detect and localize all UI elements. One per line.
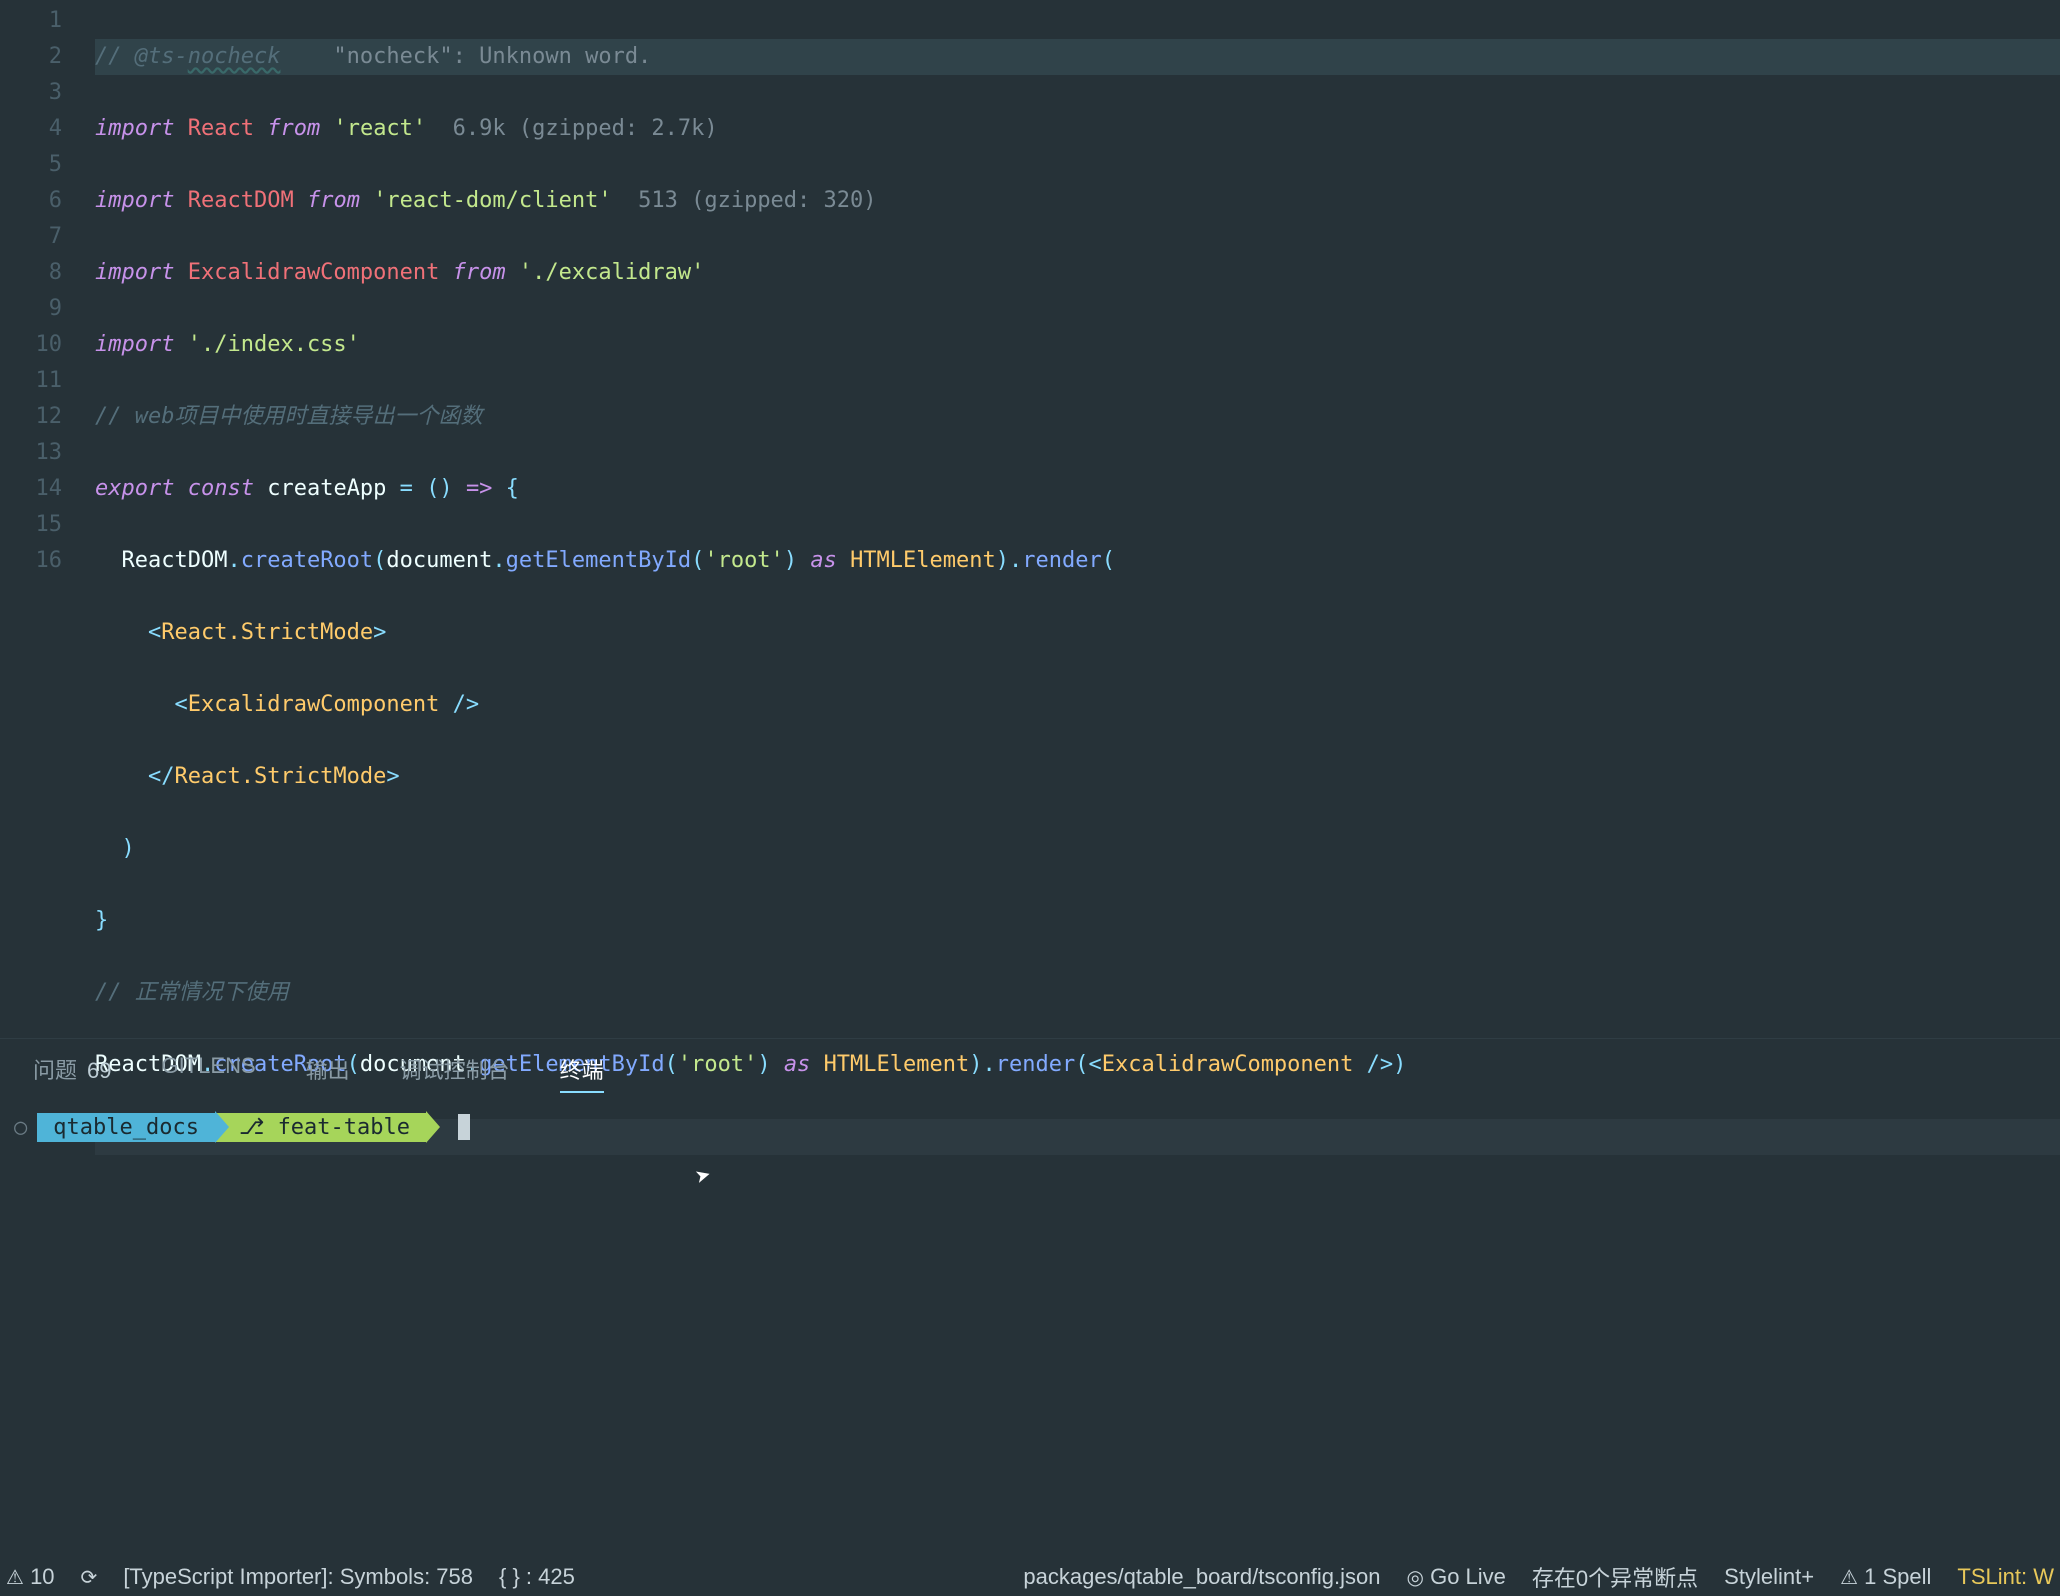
line-number: 12 bbox=[0, 399, 62, 435]
terminal-branch: ⎇ feat-table bbox=[215, 1113, 426, 1142]
code-line[interactable]: ReactDOM.createRoot(document.getElementB… bbox=[95, 543, 2060, 579]
line-number: 10 bbox=[0, 327, 62, 363]
line-number: 6 bbox=[0, 183, 62, 219]
line-number: 5 bbox=[0, 147, 62, 183]
status-tsconfig[interactable]: packages/qtable_board/tsconfig.json bbox=[1023, 1564, 1380, 1590]
code-line[interactable]: // 正常情况下使用 bbox=[95, 975, 2060, 1011]
status-ts-importer[interactable]: [TypeScript Importer]: Symbols: 758 bbox=[123, 1564, 473, 1590]
inlay-hint: "nocheck": Unknown word. bbox=[333, 44, 651, 69]
code-line[interactable]: ) bbox=[95, 831, 2060, 867]
line-number: 11 bbox=[0, 363, 62, 399]
inlay-hint: 513 (gzipped: 320) bbox=[638, 188, 876, 213]
powerline-divider-icon bbox=[215, 1111, 229, 1143]
line-number: 3 bbox=[0, 75, 62, 111]
tab-terminal[interactable]: 终端 bbox=[560, 1053, 604, 1093]
broadcast-icon: ◎ bbox=[1407, 1567, 1424, 1589]
branch-icon: ⎇ bbox=[239, 1115, 264, 1140]
status-bar: ⚠ 10 ⟳ [TypeScript Importer]: Symbols: 7… bbox=[0, 1558, 2060, 1596]
code-line[interactable]: <ExcalidrawComponent /> bbox=[95, 687, 2060, 723]
editor: 1 2 3 4 5 6 7 8 9 10 11 12 13 14 15 16 /… bbox=[0, 0, 2060, 1038]
code-line[interactable]: import ReactDOM from 'react-dom/client' … bbox=[95, 183, 2060, 219]
line-number: 7 bbox=[0, 219, 62, 255]
code-line[interactable]: import './index.css' bbox=[95, 327, 2060, 363]
status-spell[interactable]: ⚠ 1 Spell bbox=[1840, 1564, 1931, 1590]
spell-squiggle: nocheck bbox=[188, 44, 281, 69]
line-number: 4 bbox=[0, 111, 62, 147]
tab-debug-console[interactable]: 调试控制台 bbox=[400, 1053, 510, 1093]
code-line[interactable]: } bbox=[95, 903, 2060, 939]
code-line[interactable]: import ExcalidrawComponent from './excal… bbox=[95, 255, 2060, 291]
code-line[interactable]: </React.StrictMode> bbox=[95, 759, 2060, 795]
warning-icon: ⚠ bbox=[6, 1567, 24, 1589]
code-line[interactable]: <React.StrictMode> bbox=[95, 615, 2060, 651]
prompt-dot-icon: ○ bbox=[14, 1115, 27, 1140]
status-golive[interactable]: ◎ Go Live bbox=[1407, 1564, 1506, 1590]
line-number: 2 bbox=[0, 39, 62, 75]
line-number: 15 bbox=[0, 507, 62, 543]
warning-icon: ⚠ bbox=[1840, 1567, 1858, 1589]
line-number: 16 bbox=[0, 543, 62, 579]
terminal-cursor bbox=[458, 1114, 470, 1140]
inlay-hint: 6.9k (gzipped: 2.7k) bbox=[453, 116, 718, 141]
code-line[interactable]: import React from 'react' 6.9k (gzipped:… bbox=[95, 111, 2060, 147]
code-line[interactable]: // web项目中使用时直接导出一个函数 bbox=[95, 399, 2060, 435]
line-number: 9 bbox=[0, 291, 62, 327]
tab-output[interactable]: 输出 bbox=[306, 1053, 350, 1093]
line-number: 1 bbox=[0, 3, 62, 39]
tab-gitlens[interactable]: GITLENS bbox=[162, 1053, 256, 1093]
code-line[interactable]: // @ts-nocheck "nocheck": Unknown word. bbox=[95, 39, 2060, 75]
line-number: 14 bbox=[0, 471, 62, 507]
code-line[interactable]: export const createApp = () => { bbox=[95, 471, 2060, 507]
sync-icon[interactable]: ⟳ bbox=[81, 1565, 98, 1590]
status-breakpoints[interactable]: 存在0个异常断点 bbox=[1532, 1561, 1698, 1593]
powerline-divider-icon bbox=[426, 1111, 440, 1143]
line-number: 13 bbox=[0, 435, 62, 471]
code-area[interactable]: // @ts-nocheck "nocheck": Unknown word. … bbox=[95, 0, 2060, 1038]
tab-problems[interactable]: 问题69 bbox=[33, 1053, 112, 1093]
status-tslint[interactable]: TSLint: W bbox=[1957, 1564, 2054, 1590]
line-number: 8 bbox=[0, 255, 62, 291]
terminal-cwd: qtable_docs bbox=[37, 1113, 215, 1142]
status-warnings[interactable]: ⚠ 10 bbox=[6, 1564, 55, 1590]
line-numbers-gutter: 1 2 3 4 5 6 7 8 9 10 11 12 13 14 15 16 bbox=[0, 0, 95, 1038]
status-brackets[interactable]: { } : 425 bbox=[499, 1564, 575, 1590]
code-line[interactable]: ReactDOM.createRoot(document.getElementB… bbox=[95, 1047, 2060, 1083]
status-stylelint[interactable]: Stylelint+ bbox=[1724, 1564, 1814, 1590]
